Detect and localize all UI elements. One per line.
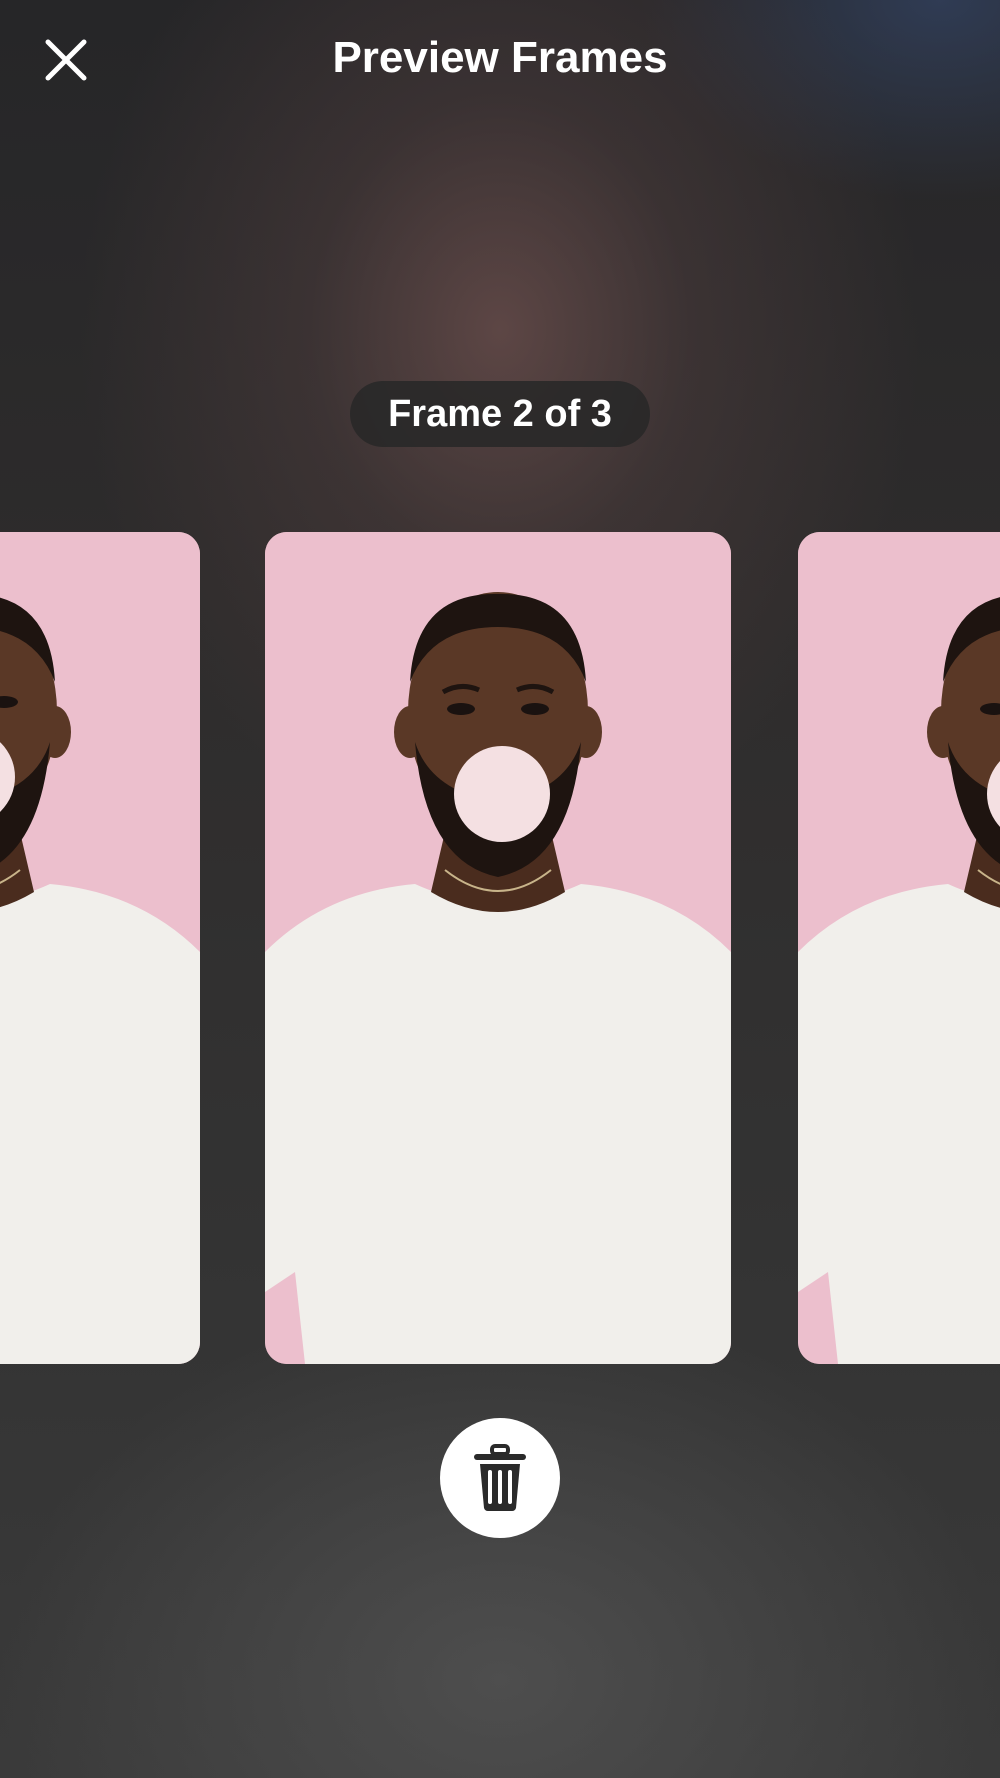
trash-icon xyxy=(474,1444,526,1511)
portrait-photo xyxy=(265,532,731,1364)
portrait-photo xyxy=(798,532,1000,1364)
frame-thumbnail-3[interactable] xyxy=(798,532,1000,1364)
frame-carousel[interactable] xyxy=(0,532,1000,1364)
delete-frame-button[interactable] xyxy=(440,1418,560,1538)
frame-counter-badge: Frame 2 of 3 xyxy=(350,381,650,447)
portrait-photo xyxy=(0,532,200,1364)
page-title: Preview Frames xyxy=(332,33,668,82)
frame-thumbnail-1[interactable] xyxy=(0,532,200,1364)
frame-thumbnail-2[interactable] xyxy=(265,532,731,1364)
